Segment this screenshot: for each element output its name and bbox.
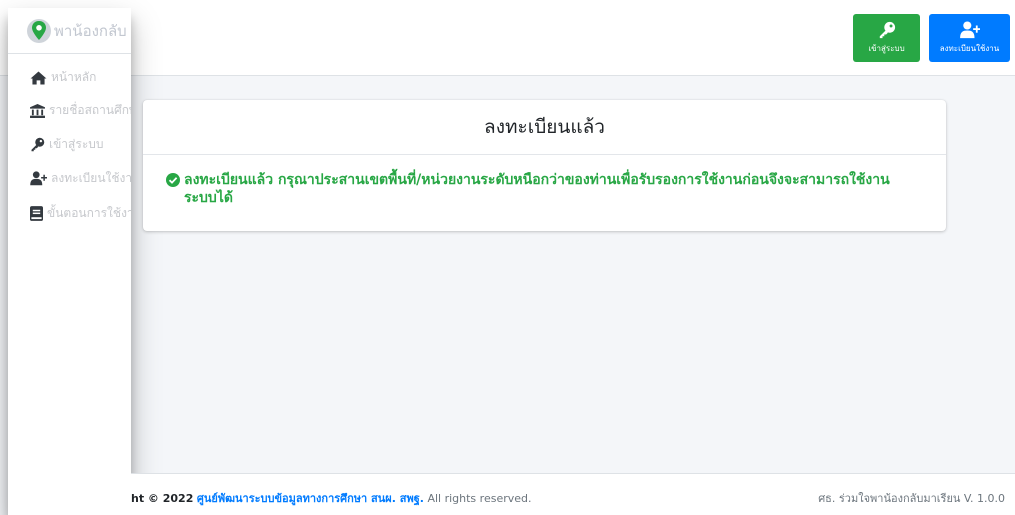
brand-name: พาน้องกลับ bbox=[54, 21, 127, 40]
sidebar-item-label: เข้าสู่ระบบ bbox=[49, 137, 104, 151]
brand[interactable]: พาน้องกลับ bbox=[8, 8, 131, 54]
register-button-label: ลงทะเบียนใช้งาน bbox=[939, 44, 1000, 53]
card-title: ลงทะเบียนแล้ว bbox=[484, 116, 605, 138]
rights-text: All rights reserved. bbox=[427, 492, 532, 505]
sidebar-item-schools[interactable]: รายชื่อสถานศึกษา bbox=[30, 101, 131, 120]
sidebar-item-label: ลงทะเบียนใช้งาน bbox=[51, 171, 131, 185]
key-icon bbox=[31, 137, 45, 152]
card-header: ลงทะเบียนแล้ว bbox=[143, 100, 946, 155]
sidebar-item-home[interactable]: หน้าหลัก bbox=[30, 68, 96, 87]
sidebar-item-label: หน้าหลัก bbox=[51, 70, 97, 84]
map-marker-icon bbox=[27, 18, 51, 43]
sidebar-item-label: ขั้นตอนการใช้งาน bbox=[47, 206, 131, 220]
user-plus-icon bbox=[959, 21, 980, 39]
footer: ht © 2022 ศูนย์พัฒนาระบบข้อมูลทางการศึกษ… bbox=[131, 473, 1015, 515]
check-circle-icon bbox=[166, 173, 180, 187]
sidebar-item-login[interactable]: เข้าสู่ระบบ bbox=[30, 135, 104, 154]
book-icon bbox=[30, 206, 43, 221]
card-body: ลงทะเบียนแล้ว กรุณาประสานเขตพื้นที่/หน่ว… bbox=[143, 155, 946, 207]
home-icon bbox=[30, 70, 47, 85]
top-navbar: เข้าสู่ระบบ ลงทะเบียนใช้งาน bbox=[0, 0, 1015, 76]
copyright-text: ht © 2022 bbox=[131, 492, 194, 505]
sidebar-item-manual[interactable]: ขั้นตอนการใช้งาน bbox=[30, 204, 131, 223]
org-link[interactable]: ศูนย์พัฒนาระบบข้อมูลทางการศึกษา สนผ. สพฐ… bbox=[197, 492, 424, 505]
sidebar: พาน้องกลับ หน้าหลัก รายชื่อสถานศึกษา เข้… bbox=[8, 8, 131, 515]
landmark-icon bbox=[30, 103, 45, 118]
sidebar-item-label: รายชื่อสถานศึกษา bbox=[49, 103, 131, 117]
user-plus-icon bbox=[30, 171, 47, 186]
login-button[interactable]: เข้าสู่ระบบ bbox=[853, 14, 920, 62]
registered-card: ลงทะเบียนแล้ว ลงทะเบียนแล้ว กรุณาประสานเ… bbox=[143, 100, 946, 231]
sidebar-item-register[interactable]: ลงทะเบียนใช้งาน bbox=[30, 169, 131, 188]
registration-message: ลงทะเบียนแล้ว กรุณาประสานเขตพื้นที่/หน่ว… bbox=[184, 172, 890, 206]
key-icon bbox=[879, 21, 895, 39]
footer-copyright: ht © 2022 ศูนย์พัฒนาระบบข้อมูลทางการศึกษ… bbox=[131, 489, 532, 507]
login-button-label: เข้าสู่ระบบ bbox=[868, 44, 905, 53]
register-button[interactable]: ลงทะเบียนใช้งาน bbox=[929, 14, 1010, 62]
footer-version: ศธ. ร่วมใจพาน้องกลับมาเรียน V. 1.0.0 bbox=[818, 492, 1005, 505]
